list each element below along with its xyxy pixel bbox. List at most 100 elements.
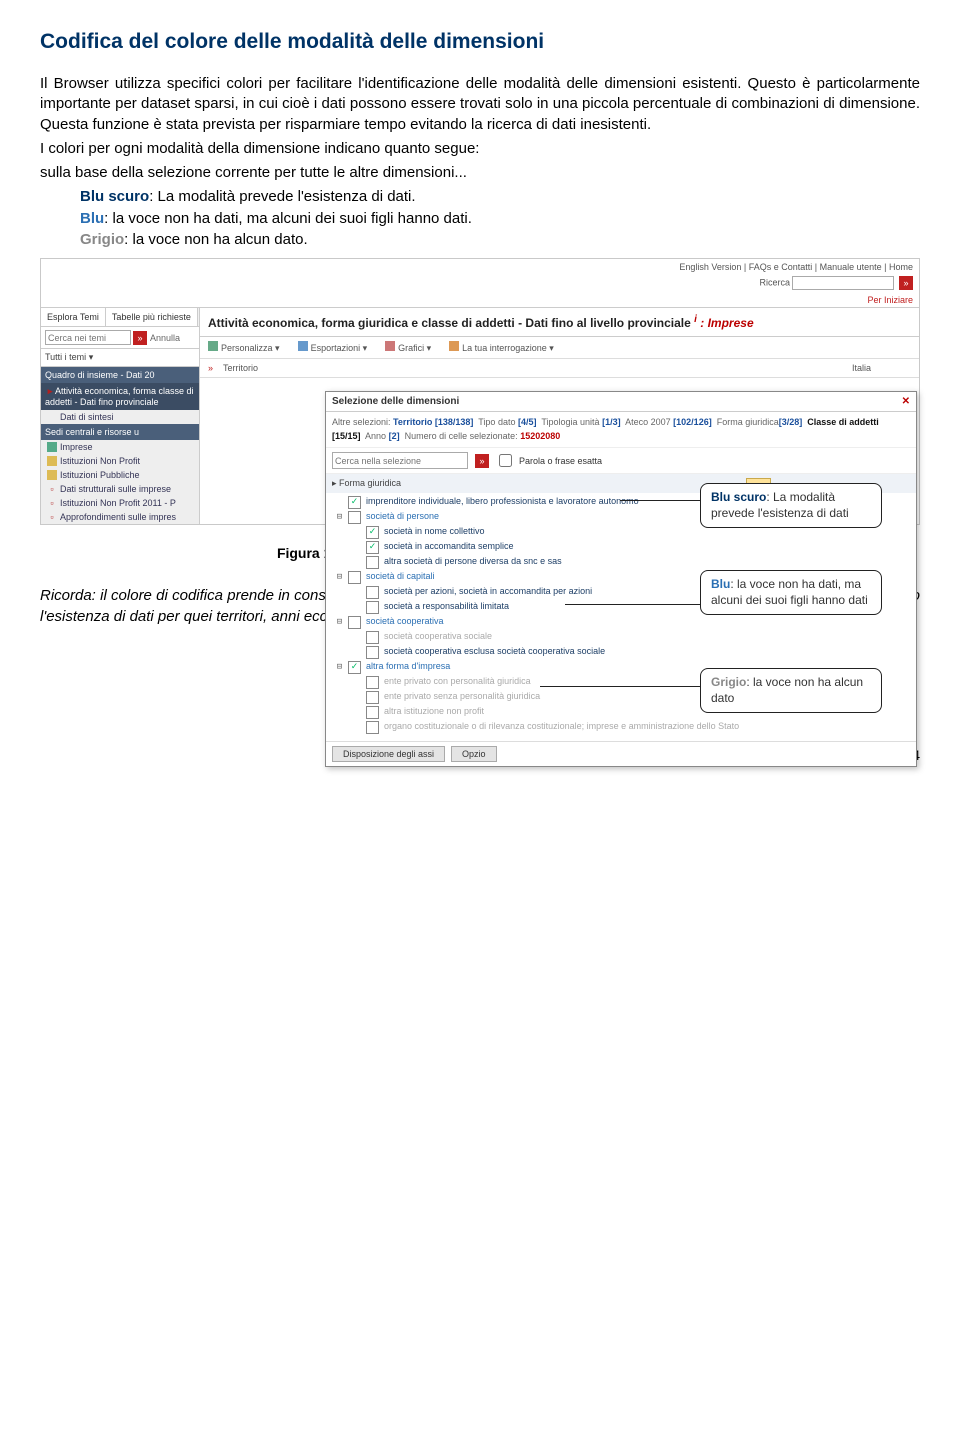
per-iniziare-link[interactable]: Per Iniziare	[41, 295, 919, 308]
callout-connector	[620, 500, 700, 501]
option-checkbox[interactable]	[366, 676, 379, 689]
intro-paragraph-3: sulla base della selezione corrente per …	[40, 163, 920, 183]
option-checkbox[interactable]	[366, 646, 379, 659]
top-link-bar[interactable]: English Version | FAQs e Contatti | Manu…	[41, 259, 919, 275]
layout-icon	[208, 341, 218, 351]
option-label: organo costituzionale o di rilevanza cos…	[382, 721, 910, 731]
options-button[interactable]: Opzio	[451, 746, 497, 762]
exact-phrase-label: Parola o frase esatta	[519, 456, 602, 466]
option-checkbox[interactable]: ✓	[366, 541, 379, 554]
tree-search-input[interactable]	[45, 330, 131, 345]
left-sidebar: Esplora Temi Tabelle più richieste » Ann…	[41, 308, 200, 524]
tree-item-sintesi[interactable]: Dati di sintesi	[41, 410, 199, 424]
export-icon	[298, 341, 308, 351]
option-checkbox[interactable]	[348, 571, 361, 584]
option-checkbox[interactable]	[366, 601, 379, 614]
tree-group-attivita-selected[interactable]: ▸Attività economica, forma classe di add…	[41, 383, 199, 410]
expand-toggle-icon[interactable]: ⊟	[334, 511, 345, 523]
legend-dark-blue-text: : La modalità prevede l'esistenza di dat…	[149, 188, 415, 205]
exact-phrase-checkbox[interactable]	[499, 454, 512, 467]
expand-toggle-icon[interactable]: ⊟	[334, 616, 345, 628]
search-label: Ricerca	[759, 277, 790, 287]
option-checkbox[interactable]: ✓	[348, 661, 361, 674]
option-label: società in accomandita semplice	[382, 541, 910, 551]
tree-item-imprese[interactable]: Imprese	[41, 440, 199, 454]
toolbar-grafici[interactable]: Grafici ▾	[385, 341, 431, 354]
option-label: società cooperativa	[364, 616, 910, 626]
callout-connector	[540, 686, 700, 687]
close-icon[interactable]: ✕	[902, 396, 910, 407]
popup-search-input[interactable]	[332, 452, 468, 469]
axis-marker-icon: »	[208, 363, 213, 373]
tab-tabelle-richieste[interactable]: Tabelle più richieste	[106, 308, 198, 326]
info-sup-icon[interactable]: i	[694, 314, 697, 325]
option-checkbox[interactable]	[366, 721, 379, 734]
callout-blue: Blu: la voce non ha dati, ma alcuni dei …	[700, 570, 882, 615]
option-label: altra società di persone diversa da snc …	[382, 556, 910, 566]
option-checkbox[interactable]: ✓	[366, 526, 379, 539]
popup-title: Selezione delle dimensioni	[332, 396, 459, 407]
option-checkbox[interactable]: ✓	[348, 496, 361, 509]
tree-item-np2011[interactable]: ▫Istituzioni Non Profit 2011 - P	[41, 496, 199, 510]
toolbar-esportazioni[interactable]: Esportazioni ▾	[298, 341, 368, 354]
option-row[interactable]: ✓società in accomandita semplice	[330, 540, 912, 555]
tree-item-pubbliche[interactable]: Istituzioni Pubbliche	[41, 468, 199, 482]
intro-paragraph-1: Il Browser utilizza specifici colori per…	[40, 74, 920, 135]
option-label: società cooperativa esclusa società coop…	[382, 646, 910, 656]
tutti-temi-dropdown[interactable]: Tutti i temi ▾	[41, 349, 199, 367]
report-toolbar: Personalizza ▾ Esportazioni ▾ Grafici ▾ …	[200, 337, 919, 359]
global-search-go-button[interactable]: »	[899, 276, 913, 290]
tree-item-strutturali[interactable]: ▫Dati strutturali sulle imprese	[41, 482, 199, 496]
legend-grey-text: : la voce non ha alcun dato.	[124, 231, 307, 248]
expand-toggle-icon[interactable]: ⊟	[334, 661, 345, 673]
cube-icon	[47, 456, 57, 466]
section-title: Codifica del colore delle modalità delle…	[40, 30, 920, 54]
toolbar-interrogazione[interactable]: La tua interrogazione ▾	[449, 341, 554, 354]
query-icon	[449, 341, 459, 351]
callout-connector	[565, 604, 700, 605]
tree-item-nonprofit[interactable]: Istituzioni Non Profit	[41, 454, 199, 468]
cube-icon	[47, 470, 57, 480]
option-checkbox[interactable]	[348, 511, 361, 524]
territorio-header-row: » Territorio Italia	[200, 359, 919, 378]
territorio-label: Territorio	[223, 363, 258, 373]
tree-search-cancel[interactable]: Annulla	[150, 333, 180, 343]
option-checkbox[interactable]	[366, 691, 379, 704]
content-area: Attività economica, forma giuridica e cl…	[200, 308, 919, 524]
cube-icon	[47, 442, 57, 452]
option-row[interactable]: ⊟ società cooperativa	[330, 615, 912, 630]
option-row[interactable]: società cooperativa esclusa società coop…	[330, 645, 912, 660]
option-checkbox[interactable]	[366, 556, 379, 569]
tree-group-sedi[interactable]: Sedi centrali e risorse u	[41, 424, 199, 440]
popup-breadcrumb[interactable]: Altre selezioni: Territorio [138/138] Ti…	[326, 412, 916, 448]
expand-toggle-icon[interactable]: ⊟	[334, 571, 345, 583]
callout-dark-blue: Blu scuro: La modalità prevede l'esisten…	[700, 483, 882, 528]
screenshot-frame: English Version | FAQs e Contatti | Manu…	[40, 258, 920, 525]
color-legend-list: Blu scuro: La modalità prevede l'esisten…	[80, 187, 920, 250]
option-checkbox[interactable]	[366, 586, 379, 599]
tree-item-approf[interactable]: ▫Approfondimenti sulle impres	[41, 510, 199, 524]
tab-esplora-temi[interactable]: Esplora Temi	[41, 308, 106, 326]
option-row[interactable]: organo costituzionale o di rilevanza cos…	[330, 720, 912, 735]
territorio-value[interactable]: Italia	[852, 363, 871, 373]
legend-blue-text: : la voce non ha dati, ma alcuni dei suo…	[104, 210, 472, 227]
axis-layout-button[interactable]: Disposizione degli assi	[332, 746, 445, 762]
option-checkbox[interactable]	[366, 706, 379, 719]
global-search-input[interactable]	[792, 276, 894, 290]
chart-icon	[385, 341, 395, 351]
option-row[interactable]: altra società di persone diversa da snc …	[330, 555, 912, 570]
tree-group-quadro[interactable]: Quadro di insieme - Dati 20	[41, 367, 199, 383]
legend-blue-label: Blu	[80, 210, 104, 227]
topic-tree: Quadro di insieme - Dati 20 ▸Attività ec…	[41, 367, 199, 524]
callout-grey: Grigio: la voce non ha alcun dato	[700, 668, 882, 713]
legend-grey-label: Grigio	[80, 231, 124, 248]
tree-search-go-button[interactable]: »	[133, 331, 147, 345]
toolbar-personalizza[interactable]: Personalizza ▾	[208, 341, 280, 354]
option-row[interactable]: società cooperativa sociale	[330, 630, 912, 645]
intro-paragraph-2: I colori per ogni modalità della dimensi…	[40, 139, 920, 159]
breadcrumb-title: Attività economica, forma giuridica e cl…	[200, 308, 919, 337]
option-checkbox[interactable]	[348, 616, 361, 629]
option-checkbox[interactable]	[366, 631, 379, 644]
popup-search-go-button[interactable]: »	[475, 454, 489, 468]
legend-dark-blue-label: Blu scuro	[80, 188, 149, 205]
